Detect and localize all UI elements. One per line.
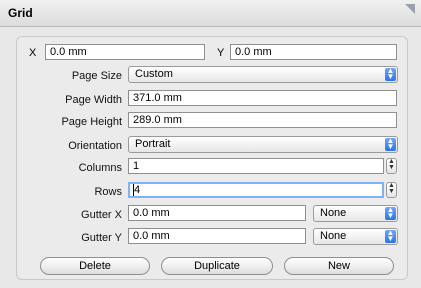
window-title: Grid: [8, 6, 33, 20]
gutter-x-label: Gutter X: [81, 209, 122, 221]
page-size-value: Custom: [135, 68, 173, 80]
select-arrows-icon: ▲ ▼: [385, 228, 396, 243]
page-width-label: Page Width: [65, 94, 122, 106]
new-button[interactable]: New: [284, 257, 394, 275]
page-size-label: Page Size: [71, 70, 122, 82]
page-height-input[interactable]: [128, 112, 397, 128]
orientation-select[interactable]: Portrait ▲ ▼: [128, 136, 398, 153]
x-label: X: [29, 47, 37, 59]
y-label: Y: [217, 47, 225, 59]
columns-input[interactable]: [128, 158, 384, 174]
rows-stepper[interactable]: ▲ ▼: [386, 182, 397, 198]
select-arrows-icon: ▲ ▼: [385, 205, 396, 220]
select-arrows-icon: ▲ ▼: [385, 136, 396, 151]
title-bar: [0, 0, 421, 27]
gutter-x-mode-value: None: [320, 207, 347, 219]
gutter-y-input[interactable]: [128, 228, 306, 244]
gutter-x-input[interactable]: [128, 205, 306, 221]
orientation-value: Portrait: [135, 138, 171, 150]
gutter-y-label: Gutter Y: [81, 232, 122, 244]
orientation-label: Orientation: [68, 140, 122, 152]
select-arrows-icon: ▲ ▼: [385, 66, 396, 81]
rows-label: Rows: [94, 186, 122, 198]
y-input[interactable]: [230, 44, 397, 60]
text-cursor: [133, 184, 134, 196]
rows-input[interactable]: [128, 182, 384, 198]
gutter-x-mode-select[interactable]: None ▲ ▼: [313, 205, 398, 222]
page-height-label: Page Height: [61, 116, 122, 128]
x-input[interactable]: [45, 44, 205, 60]
page-size-select[interactable]: Custom ▲ ▼: [128, 66, 398, 83]
resize-corner-icon[interactable]: [405, 4, 415, 14]
columns-label: Columns: [78, 162, 122, 174]
page-width-input[interactable]: [128, 90, 397, 106]
gutter-y-mode-select[interactable]: None ▲ ▼: [313, 228, 398, 245]
gutter-y-mode-value: None: [320, 230, 347, 242]
columns-stepper[interactable]: ▲ ▼: [386, 158, 397, 174]
delete-button[interactable]: Delete: [40, 257, 150, 275]
duplicate-button[interactable]: Duplicate: [161, 257, 273, 275]
